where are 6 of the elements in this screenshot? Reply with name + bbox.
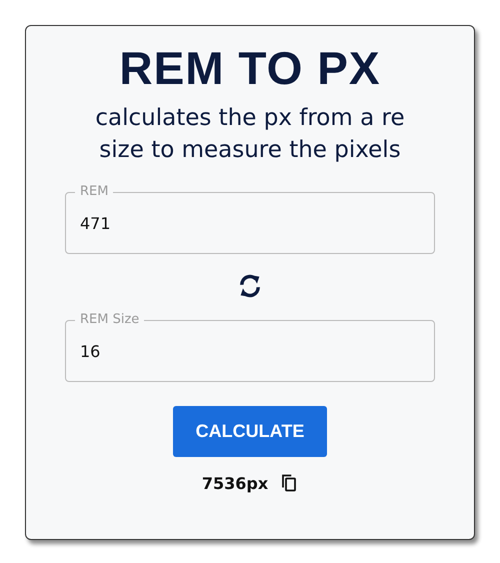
result-text: 7536px [202, 474, 268, 492]
copy-icon[interactable] [280, 473, 298, 493]
description-text: calculates the px from a re [95, 104, 405, 133]
page-title: REM TO PX [119, 41, 381, 96]
description-text: size to measure the pixels [99, 136, 401, 165]
calculate-button[interactable]: CALCULATE [173, 406, 327, 457]
